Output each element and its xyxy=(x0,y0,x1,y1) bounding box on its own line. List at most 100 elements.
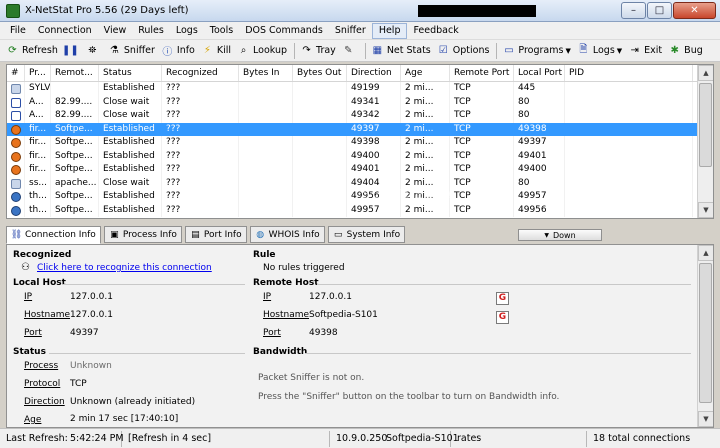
cell-age: 2 mi... xyxy=(401,82,450,96)
cell-status: Established xyxy=(99,136,162,150)
cell-icon xyxy=(7,176,25,190)
column-header-bytes-out[interactable]: Bytes Out xyxy=(293,65,347,81)
local-ip-label: IP xyxy=(24,292,33,302)
column-header-number[interactable]: # xyxy=(7,65,25,81)
tab-connection-info[interactable]: ⛓ Connection Info xyxy=(6,226,101,244)
column-header-status[interactable]: Status xyxy=(99,65,162,81)
menu-logs[interactable]: Logs xyxy=(170,23,204,39)
remote-port-label: Port xyxy=(263,328,281,338)
column-header-bytes-in[interactable]: Bytes In xyxy=(239,65,293,81)
menu-tools[interactable]: Tools xyxy=(204,23,239,39)
table-row[interactable]: fir... Softpe... Established??? 49400 2 mi..… xyxy=(7,149,713,163)
column-header-local-port[interactable]: Local Port xyxy=(514,65,565,81)
table-row[interactable]: A... 82.99.... Close wait??? 49342 2 mi... TC… xyxy=(7,109,713,123)
watermark: SOFTPEDIA xyxy=(362,187,455,201)
table-row[interactable]: fir... Softpe... Established??? 49401 2 mi..… xyxy=(7,163,713,177)
tab-process-info[interactable]: ▣ Process Info xyxy=(103,226,182,243)
cell-process: A... xyxy=(25,95,51,109)
options-button[interactable]: ☑ Options xyxy=(437,44,490,57)
table-row[interactable]: SYLVES... Established??? 491992 mi...TCP44… xyxy=(7,82,713,96)
scroll-up-arrow-icon[interactable]: ▲ xyxy=(698,245,713,261)
exit-button[interactable]: ⇥ Exit xyxy=(628,44,662,57)
logs-button[interactable]: 🗎 Logs ▼ xyxy=(577,44,622,57)
menu-help[interactable]: Help xyxy=(371,22,408,39)
tab-system-info[interactable]: ▭ System Info xyxy=(327,226,406,243)
minimize-button[interactable]: – xyxy=(621,2,646,19)
pause-icon: ❚❚ xyxy=(62,45,79,56)
connection-info-panel: Recognized ⚇ Click here to recognize thi… xyxy=(6,244,714,428)
tab-label: System Info xyxy=(346,229,401,240)
programs-icon: ▭ xyxy=(504,45,514,56)
table-row[interactable]: A... 82.99.... Close wait??? 49341 2 mi... TC… xyxy=(7,95,713,109)
menu-connection[interactable]: Connection xyxy=(32,23,98,39)
close-button[interactable]: ✕ xyxy=(673,2,716,19)
pin-button[interactable]: ✎ xyxy=(342,44,358,57)
tab-port-info[interactable]: ▤ Port Info xyxy=(184,226,247,243)
column-header-recognized[interactable]: Recognized xyxy=(162,65,239,81)
cell-remote: Softpe... xyxy=(51,163,99,177)
cell-pid xyxy=(565,203,693,217)
cell-process: fir... xyxy=(25,136,51,150)
maximize-button[interactable]: □ xyxy=(647,2,672,19)
pause-button[interactable]: ❚❚ xyxy=(62,44,80,57)
recognize-connection-link[interactable]: Click here to recognize this connection xyxy=(37,263,212,273)
table-row[interactable]: ss... apache... Close wait??? 49404 2 mi... T… xyxy=(7,176,713,190)
table-scrollbar[interactable]: ▲ ▼ xyxy=(697,65,713,218)
tray-button[interactable]: ↷ Tray xyxy=(300,44,335,57)
column-header-remote-port[interactable]: Remote Port xyxy=(450,65,514,81)
scroll-down-arrow-icon[interactable]: ▼ xyxy=(698,411,713,427)
scroll-thumb[interactable] xyxy=(699,263,712,403)
menu-file[interactable]: File xyxy=(4,23,32,39)
rule-value: No rules triggered xyxy=(263,263,345,273)
chevron-down-icon: ▼ xyxy=(544,231,549,239)
column-header-process[interactable]: Pr... xyxy=(25,65,51,81)
scroll-down-arrow-icon[interactable]: ▼ xyxy=(698,202,713,218)
down-button[interactable]: ▼ Down xyxy=(518,229,602,241)
remote-hostname-label: Hostname xyxy=(263,310,310,320)
google-ip-search-icon[interactable]: G xyxy=(496,292,509,305)
cell-status: Established xyxy=(99,82,162,96)
tab-whois-info[interactable]: ◍ WHOIS Info xyxy=(249,226,325,243)
cell-local-port: 49398 xyxy=(514,122,565,136)
column-header-remote[interactable]: Remot... xyxy=(51,65,99,81)
kill-button[interactable]: ⚡ Kill xyxy=(201,44,231,57)
net-stats-button[interactable]: ▦ Net Stats xyxy=(371,44,431,57)
column-header-direction[interactable]: Direction xyxy=(347,65,401,81)
bug-button[interactable]: ✱ Bug xyxy=(668,44,702,57)
scroll-up-arrow-icon[interactable]: ▲ xyxy=(698,65,713,81)
lookup-button[interactable]: ⌕ Lookup xyxy=(237,44,287,57)
cell-status: Close wait xyxy=(99,109,162,123)
menu-feedback[interactable]: Feedback xyxy=(407,23,464,39)
cell-local-port: 49400 xyxy=(514,163,565,177)
local-port-label: Port xyxy=(24,328,42,338)
menu-rules[interactable]: Rules xyxy=(132,23,170,39)
divider xyxy=(317,284,691,285)
details-scrollbar[interactable]: ▲ ▼ xyxy=(697,245,713,427)
cell-process: SYLVES... xyxy=(25,82,51,96)
menu-sniffer[interactable]: Sniffer xyxy=(329,23,372,39)
table-row[interactable]: th... Softpe... Established??? 49956 2 mi...… xyxy=(7,190,713,204)
menu-dos-commands[interactable]: DOS Commands xyxy=(239,23,329,39)
cell-age: 2 mi... xyxy=(401,95,450,109)
table-row[interactable]: fir... Softpe... Established??? 49397 2 mi..… xyxy=(7,122,713,136)
cell-process: fir... xyxy=(25,122,51,136)
table-header: # Pr... Remot... Status Recognized Bytes… xyxy=(7,65,713,82)
column-header-pid[interactable]: PID xyxy=(565,65,693,81)
cell-remote-port: TCP xyxy=(450,203,514,217)
table-row[interactable]: fir... Softpe... Established??? 49398 2 mi..… xyxy=(7,136,713,150)
sniffer-button[interactable]: ⚗ Sniffer xyxy=(108,44,155,57)
cell-recognized: ??? xyxy=(162,136,239,150)
scroll-thumb[interactable] xyxy=(699,83,712,167)
refresh-button[interactable]: ⟳ Refresh xyxy=(6,44,58,57)
google-host-search-icon[interactable]: G xyxy=(496,311,509,324)
info-button[interactable]: ⓘ Info xyxy=(161,44,194,58)
search-button[interactable]: ⛯ xyxy=(86,44,102,57)
programs-button[interactable]: ▭ Programs ▼ xyxy=(502,44,571,57)
cell-bytes-out xyxy=(293,109,347,123)
panel-splitter[interactable] xyxy=(0,219,720,226)
cell-local-port: 80 xyxy=(514,95,565,109)
local-host-title: Local Host xyxy=(13,278,66,288)
table-row[interactable]: th... Softpe... Established??? 49957 2 mi...… xyxy=(7,203,713,217)
menu-view[interactable]: View xyxy=(98,23,133,39)
column-header-age[interactable]: Age xyxy=(401,65,450,81)
